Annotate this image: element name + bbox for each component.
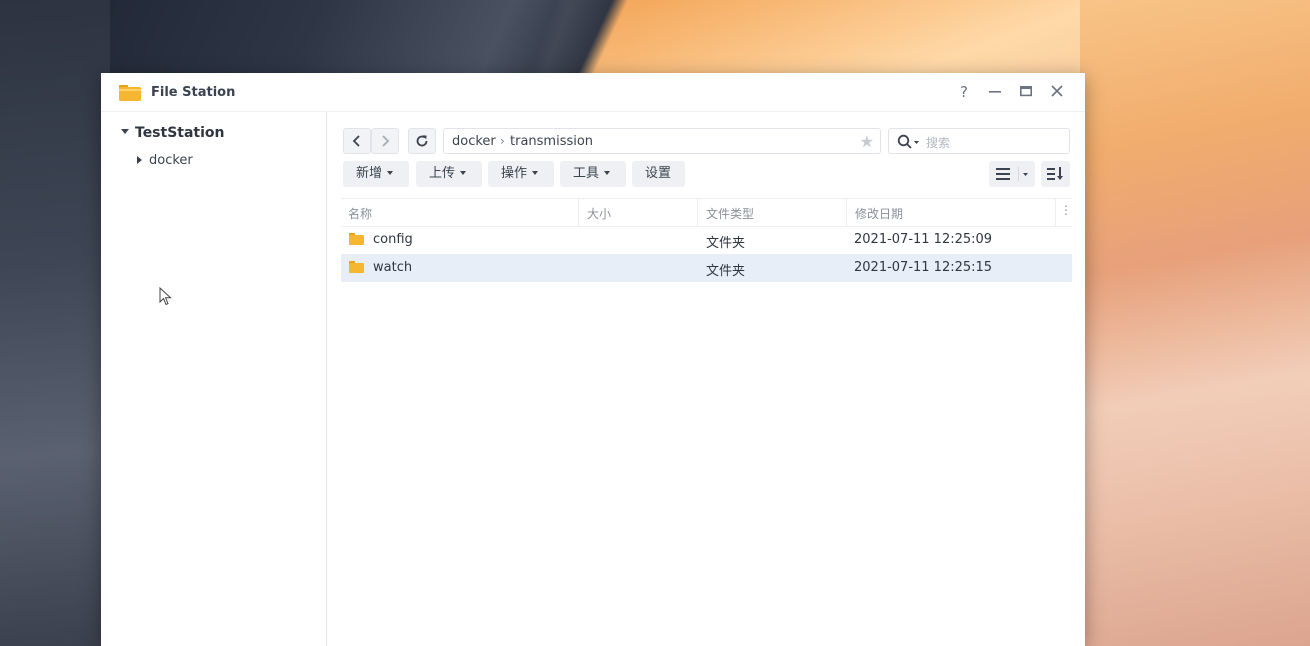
column-divider[interactable]	[1055, 199, 1056, 226]
caret-down-icon[interactable]	[121, 128, 129, 134]
file-browser-main: docker › transmission ★ 搜索 新增 上传 操作 工具 设…	[327, 112, 1085, 646]
column-header-size[interactable]: 大小	[587, 205, 611, 222]
dropdown-arrow-icon	[460, 170, 467, 175]
help-button[interactable]: ?	[953, 82, 975, 102]
search-icon[interactable]	[897, 134, 923, 150]
folder-tree-sidebar: TestStation docker	[101, 112, 327, 646]
dropdown-arrow-icon	[604, 170, 611, 175]
sort-icon	[1047, 167, 1063, 180]
column-header-type[interactable]: 文件类型	[706, 205, 754, 222]
dropdown-arrow-icon	[532, 170, 539, 175]
folder-icon	[349, 261, 364, 273]
file-station-window: File Station ? TestStation docker docker…	[101, 73, 1085, 646]
file-modified: 2021-07-11 12:25:09	[854, 232, 993, 247]
file-name: watch	[373, 260, 413, 275]
column-header-name[interactable]: 名称	[348, 205, 372, 222]
close-button[interactable]	[1046, 82, 1068, 102]
tree-item-teststation[interactable]: TestStation	[121, 125, 225, 141]
file-row-config[interactable]: config 文件夹 2021-07-11 12:25:09	[341, 226, 1072, 254]
favorite-star-icon[interactable]: ★	[860, 132, 874, 151]
tools-button-label: 工具	[573, 166, 600, 181]
window-title: File Station	[151, 85, 236, 100]
search-input[interactable]: 搜索	[888, 128, 1070, 154]
refresh-icon	[416, 135, 428, 147]
dropdown-arrow-icon	[387, 170, 394, 175]
caret-right-icon[interactable]	[137, 155, 142, 164]
file-name: config	[373, 232, 413, 247]
action-button-label: 操作	[501, 166, 528, 181]
file-type: 文件夹	[706, 264, 746, 279]
column-divider[interactable]	[578, 199, 579, 226]
folder-icon	[349, 233, 364, 245]
list-view-icon	[996, 167, 1028, 181]
tree-item-docker[interactable]: docker	[137, 153, 193, 168]
tree-item-label: docker	[149, 153, 193, 168]
upload-button[interactable]: 上传	[416, 161, 482, 187]
breadcrumb-item-docker[interactable]: docker	[452, 134, 496, 149]
close-icon	[1051, 85, 1063, 97]
refresh-button[interactable]	[408, 128, 436, 154]
path-breadcrumb[interactable]: docker › transmission ★	[443, 128, 881, 154]
create-button-label: 新增	[356, 166, 383, 181]
upload-button-label: 上传	[429, 166, 456, 181]
maximize-button[interactable]	[1015, 82, 1037, 102]
mouse-pointer-icon	[159, 287, 172, 306]
file-list-header: 名称 大小 文件类型 修改日期 ⋮	[341, 198, 1072, 227]
file-station-app-icon	[119, 85, 141, 101]
search-placeholder: 搜索	[926, 136, 951, 150]
create-button[interactable]: 新增	[343, 161, 409, 187]
window-titlebar[interactable]: File Station ?	[101, 73, 1085, 112]
file-type: 文件夹	[706, 236, 746, 251]
chevron-left-icon	[352, 135, 360, 147]
column-header-modified[interactable]: 修改日期	[855, 205, 903, 222]
settings-button[interactable]: 设置	[632, 161, 685, 187]
tree-item-label: TestStation	[135, 125, 225, 141]
tools-button[interactable]: 工具	[560, 161, 626, 187]
back-button[interactable]	[343, 128, 371, 154]
column-divider[interactable]	[846, 199, 847, 226]
action-button[interactable]: 操作	[488, 161, 554, 187]
maximize-icon	[1020, 85, 1032, 97]
minimize-icon	[989, 91, 1001, 93]
forward-button[interactable]	[371, 128, 399, 154]
chevron-right-icon	[382, 135, 390, 147]
column-options-icon[interactable]: ⋮	[1060, 203, 1072, 217]
breadcrumb-item-transmission[interactable]: transmission	[510, 134, 593, 149]
settings-button-label: 设置	[645, 166, 672, 181]
sort-button[interactable]	[1041, 161, 1070, 187]
view-mode-button[interactable]	[989, 161, 1035, 187]
breadcrumb-separator: ›	[500, 134, 505, 148]
minimize-button[interactable]	[984, 82, 1006, 102]
column-divider[interactable]	[697, 199, 698, 226]
file-row-watch[interactable]: watch 文件夹 2021-07-11 12:25:15	[341, 254, 1072, 282]
file-modified: 2021-07-11 12:25:15	[854, 260, 993, 275]
